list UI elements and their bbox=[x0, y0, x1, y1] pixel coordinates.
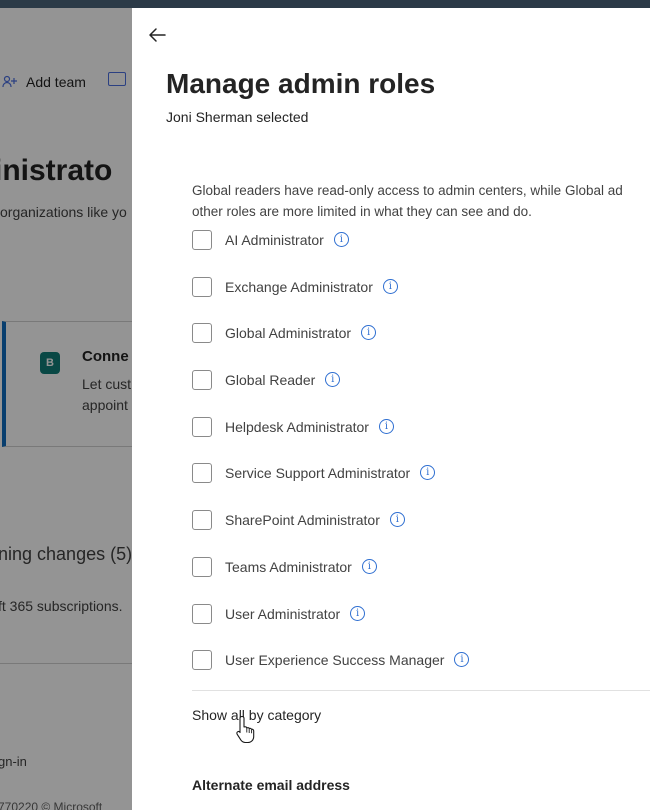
role-checkbox[interactable] bbox=[192, 370, 212, 391]
info-icon[interactable]: i bbox=[378, 418, 394, 434]
info-icon[interactable]: i bbox=[350, 605, 366, 621]
role-label[interactable]: Service Support Administrator bbox=[225, 465, 410, 481]
panel-subtitle: Joni Sherman selected bbox=[166, 109, 309, 125]
role-label[interactable]: User Experience Success Manager bbox=[225, 652, 444, 668]
panel-title: Manage admin roles bbox=[166, 68, 436, 99]
info-icon[interactable]: i bbox=[361, 558, 377, 574]
info-icon[interactable]: i bbox=[361, 325, 377, 341]
role-item: AI Administrator i bbox=[192, 230, 469, 277]
role-checkbox[interactable] bbox=[192, 603, 212, 624]
roles-list: AI Administrator i Exchange Administrato… bbox=[192, 230, 470, 697]
role-label[interactable]: Teams Administrator bbox=[225, 559, 352, 575]
modal-overlay[interactable] bbox=[0, 8, 132, 810]
back-arrow-icon[interactable] bbox=[146, 24, 168, 46]
role-label[interactable]: Global Reader bbox=[225, 372, 315, 388]
top-app-bar bbox=[0, 0, 650, 8]
role-item: User Administrator i bbox=[192, 603, 469, 651]
role-item: Global Administrator i bbox=[192, 323, 469, 370]
role-checkbox[interactable] bbox=[192, 230, 212, 250]
info-icon[interactable]: i bbox=[454, 652, 470, 668]
manage-admin-roles-panel: Manage admin roles Joni Sherman selected… bbox=[132, 8, 650, 810]
role-label[interactable]: Exchange Administrator bbox=[225, 279, 373, 295]
alternate-email-label: Alternate email address bbox=[192, 777, 350, 793]
info-icon[interactable]: i bbox=[420, 465, 436, 481]
role-checkbox[interactable] bbox=[192, 556, 212, 577]
role-label[interactable]: Global Administrator bbox=[225, 325, 351, 341]
role-item: Teams Administrator i bbox=[192, 556, 469, 604]
role-item: Exchange Administrator i bbox=[192, 276, 469, 324]
role-checkbox[interactable] bbox=[192, 510, 212, 531]
role-label[interactable]: SharePoint Administrator bbox=[225, 512, 380, 528]
role-item: Global Reader i bbox=[192, 370, 469, 417]
section-divider bbox=[192, 690, 650, 691]
role-checkbox[interactable] bbox=[192, 416, 212, 437]
role-checkbox[interactable] bbox=[192, 463, 212, 484]
role-checkbox[interactable] bbox=[192, 650, 212, 671]
role-checkbox[interactable] bbox=[192, 276, 212, 297]
role-item: SharePoint Administrator i bbox=[192, 510, 469, 557]
role-label[interactable]: User Administrator bbox=[225, 606, 340, 622]
info-icon[interactable]: i bbox=[333, 232, 349, 247]
roles-description-line-2: other roles are more limited in what the… bbox=[192, 204, 532, 219]
hand-pointer-cursor-icon bbox=[236, 715, 255, 744]
role-checkbox[interactable] bbox=[192, 323, 212, 344]
info-icon[interactable]: i bbox=[325, 372, 341, 388]
info-icon[interactable]: i bbox=[389, 512, 405, 528]
roles-description: Global readers have read-only access to … bbox=[192, 180, 650, 222]
role-label[interactable]: AI Administrator bbox=[225, 232, 324, 248]
info-icon[interactable]: i bbox=[382, 278, 398, 294]
role-item: Service Support Administrator i bbox=[192, 463, 469, 510]
role-item: Helpdesk Administrator i bbox=[192, 416, 469, 464]
role-label[interactable]: Helpdesk Administrator bbox=[225, 419, 369, 435]
roles-description-line-1: Global readers have read-only access to … bbox=[192, 183, 623, 198]
